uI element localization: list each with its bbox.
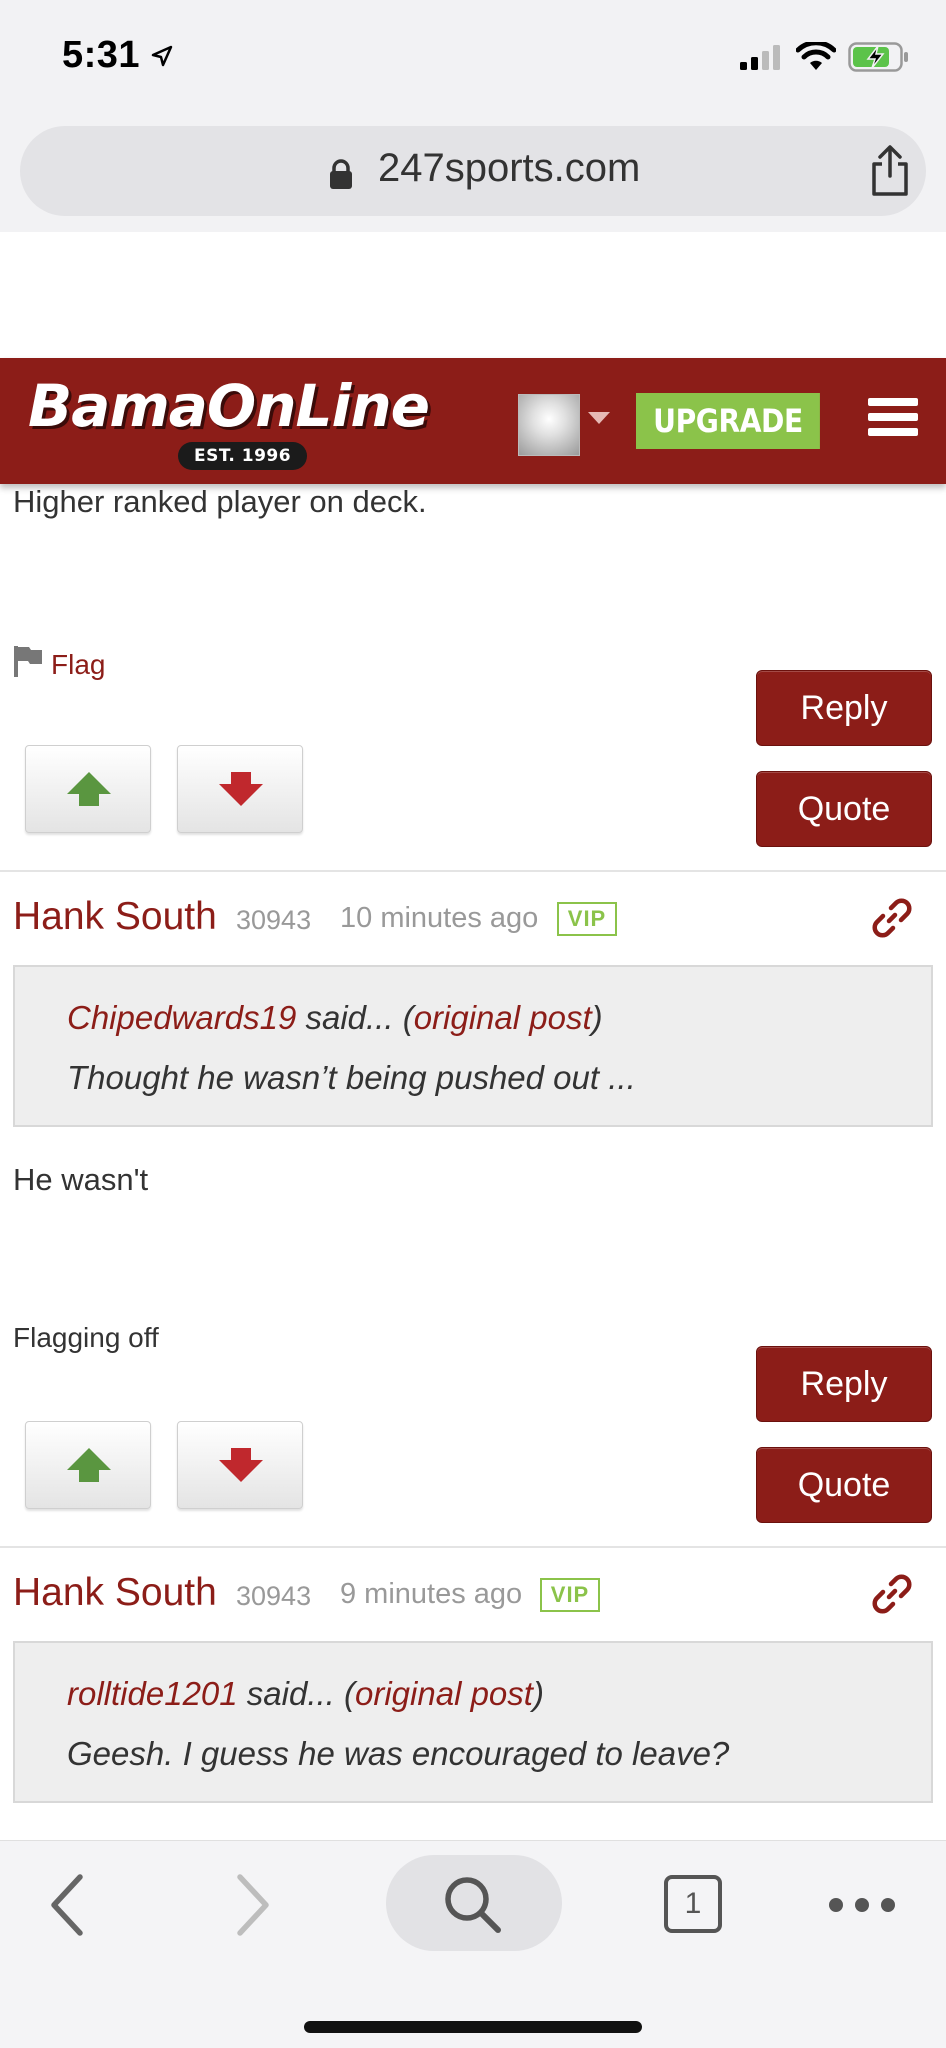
quote-said: said... ( — [237, 1675, 355, 1712]
site-header: BamaOnLine EST. 1996 UPGRADE — [0, 358, 946, 484]
forward-icon[interactable] — [232, 1873, 272, 1937]
permalink-icon[interactable] — [872, 1574, 912, 1614]
upgrade-button[interactable]: UPGRADE — [636, 393, 820, 449]
post-author[interactable]: Hank South — [13, 1571, 217, 1615]
downvote-button[interactable] — [177, 745, 303, 833]
post-divider — [0, 870, 946, 872]
quote-attribution: rolltide1201 said... (original post) — [67, 1675, 544, 1713]
flag-label: Flag — [51, 649, 106, 680]
flag-link[interactable]: Flag — [13, 645, 105, 681]
quote-box: rolltide1201 said... (original post) Gee… — [13, 1641, 933, 1803]
search-icon — [445, 1877, 501, 1933]
post-time: 10 minutes ago — [340, 902, 539, 934]
more-icon[interactable] — [828, 1897, 896, 1913]
vip-badge: VIP — [540, 1578, 600, 1612]
post-body: He wasn't — [13, 1162, 149, 1197]
home-indicator — [304, 2021, 642, 2033]
address-bar[interactable]: 247sports.com — [20, 126, 926, 216]
arrow-down-icon — [219, 1448, 263, 1482]
post-author[interactable]: Hank South — [13, 895, 217, 939]
quote-close: ) — [591, 999, 603, 1036]
arrow-down-icon — [219, 772, 263, 806]
quote-text: Geesh. I guess he was encouraged to leav… — [67, 1735, 730, 1772]
avatar[interactable] — [518, 394, 580, 456]
menu-icon-bar — [868, 398, 918, 406]
ad-space — [0, 232, 946, 358]
browser-toolbar: 1 — [0, 1840, 946, 2048]
post-body: Higher ranked player on deck. — [13, 484, 427, 519]
upvote-button[interactable] — [25, 745, 151, 833]
wifi-icon — [796, 42, 836, 70]
menu-icon-bar — [868, 428, 918, 436]
upvote-button[interactable] — [25, 1421, 151, 1509]
quote-button[interactable]: Quote — [756, 1447, 932, 1523]
url-text: 247sports.com — [378, 146, 641, 190]
location-arrow-icon — [151, 45, 173, 67]
quote-button[interactable]: Quote — [756, 771, 932, 847]
author-points: 30943 — [236, 1581, 312, 1611]
reply-button[interactable]: Reply — [756, 670, 932, 746]
vip-badge: VIP — [557, 902, 617, 936]
search-button[interactable] — [386, 1855, 562, 1951]
quote-user-link[interactable]: Chipedwards19 — [67, 999, 296, 1036]
back-icon[interactable] — [48, 1873, 88, 1937]
cellular-signal-icon — [740, 45, 780, 70]
quote-user-link[interactable]: rolltide1201 — [67, 1675, 238, 1712]
quote-box: Chipedwards19 said... (original post) Th… — [13, 965, 933, 1127]
tabs-button[interactable]: 1 — [664, 1875, 722, 1933]
menu-icon-bar — [868, 413, 918, 421]
logo-est-badge: EST. 1996 — [178, 442, 308, 470]
site-logo[interactable]: BamaOnLine — [28, 372, 430, 440]
post-time: 9 minutes ago — [340, 1578, 523, 1610]
quote-attribution: Chipedwards19 said... (original post) — [67, 999, 603, 1037]
share-icon[interactable] — [868, 144, 912, 198]
browser-address-area: 247sports.com — [0, 120, 946, 232]
original-post-link[interactable]: original post — [414, 999, 592, 1036]
permalink-icon[interactable] — [872, 898, 912, 938]
lock-icon — [330, 159, 352, 189]
menu-icon[interactable] — [868, 398, 918, 442]
original-post-link[interactable]: original post — [355, 1675, 533, 1712]
reply-button[interactable]: Reply — [756, 1346, 932, 1422]
status-bar: 5:31 — [0, 0, 946, 120]
battery-charging-icon — [848, 42, 908, 72]
quote-said: said... ( — [296, 999, 414, 1036]
arrow-up-icon — [67, 1448, 111, 1482]
downvote-button[interactable] — [177, 1421, 303, 1509]
post-divider — [0, 1546, 946, 1548]
status-time: 5:31 — [62, 34, 141, 76]
flag-icon — [14, 646, 42, 677]
flagging-off-label: Flagging off — [13, 1322, 159, 1353]
quote-text: Thought he wasn’t being pushed out ... — [67, 1059, 636, 1096]
arrow-up-icon — [67, 772, 111, 806]
quote-close: ) — [532, 1675, 544, 1712]
author-points: 30943 — [236, 905, 312, 935]
chevron-down-icon[interactable] — [588, 412, 610, 424]
